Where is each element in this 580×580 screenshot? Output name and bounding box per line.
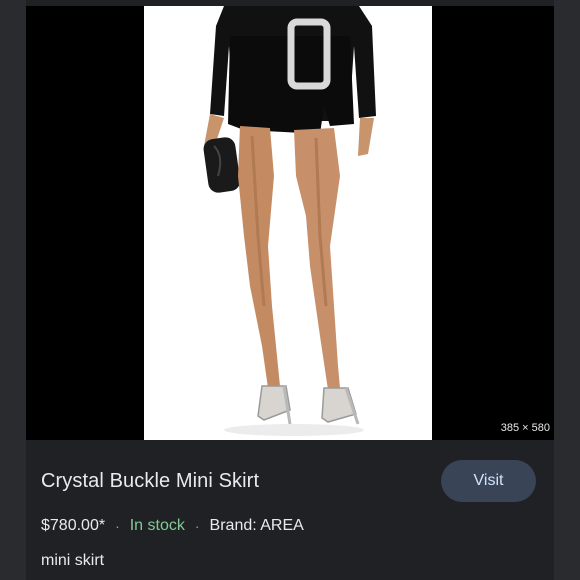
stock-status: In stock xyxy=(129,517,185,534)
product-image-illustration xyxy=(144,6,432,440)
image-viewer[interactable]: 385 × 580 xyxy=(26,6,554,440)
separator-dot: · xyxy=(115,518,120,534)
product-meta: $780.00* · In stock · Brand: AREA xyxy=(41,517,304,535)
product-title[interactable]: Crystal Buckle Mini Skirt xyxy=(41,470,259,493)
visit-button[interactable]: Visit xyxy=(441,460,536,502)
product-info: Crystal Buckle Mini Skirt Visit $780.00*… xyxy=(26,440,554,580)
image-preview-panel: 385 × 580 Crystal Buckle Mini Skirt Visi… xyxy=(26,0,554,580)
image-dimensions-label: 385 × 580 xyxy=(500,422,550,434)
separator-dot: · xyxy=(194,518,200,534)
screen-edge-right xyxy=(554,0,580,580)
product-category: mini skirt xyxy=(41,552,105,569)
product-image[interactable] xyxy=(144,6,432,440)
product-price: $780.00* xyxy=(41,517,106,534)
screen-edge-left xyxy=(0,0,26,580)
product-brand: Brand: AREA xyxy=(209,517,304,534)
